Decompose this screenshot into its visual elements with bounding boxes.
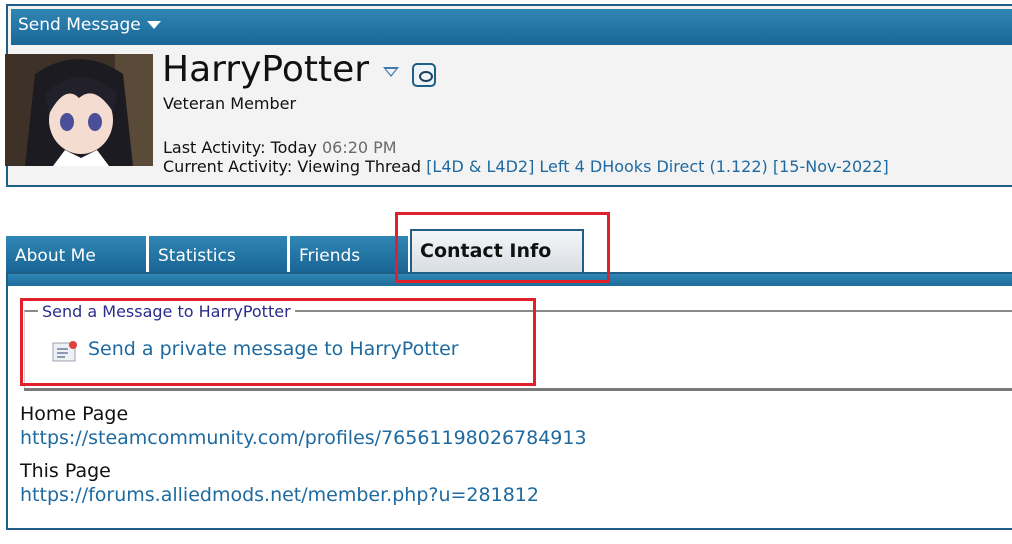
user-menu-chevron-icon[interactable] <box>383 67 399 77</box>
current-activity: Current Activity: Viewing Thread [L4D & … <box>163 157 889 176</box>
home-page-link[interactable]: https://steamcommunity.com/profiles/7656… <box>20 427 587 449</box>
send-message-label: Send Message <box>18 15 141 35</box>
user-title: Veteran Member <box>163 94 297 113</box>
tab-about-me[interactable]: About Me <box>6 236 146 272</box>
send-message-menu[interactable]: Send Message <box>11 9 1012 45</box>
avatar <box>5 54 153 166</box>
fieldset-divider <box>24 388 1012 391</box>
tab-friends[interactable]: Friends <box>290 236 408 272</box>
highlight-box-contact-tab <box>395 212 610 283</box>
last-activity: Last Activity: Today 06:20 PM <box>163 138 397 157</box>
this-page-link[interactable]: https://forums.alliedmods.net/member.php… <box>20 484 539 506</box>
tab-statistics[interactable]: Statistics <box>149 236 287 272</box>
highlight-box-send-message <box>20 298 536 386</box>
chevron-down-icon <box>146 21 161 29</box>
username: HarryPotter <box>162 49 370 90</box>
home-page-label: Home Page <box>20 403 129 425</box>
current-thread-link[interactable]: [L4D & L4D2] Left 4 DHooks Direct (1.122… <box>426 157 889 176</box>
online-status-icon <box>412 63 436 87</box>
this-page-label: This Page <box>20 460 111 482</box>
